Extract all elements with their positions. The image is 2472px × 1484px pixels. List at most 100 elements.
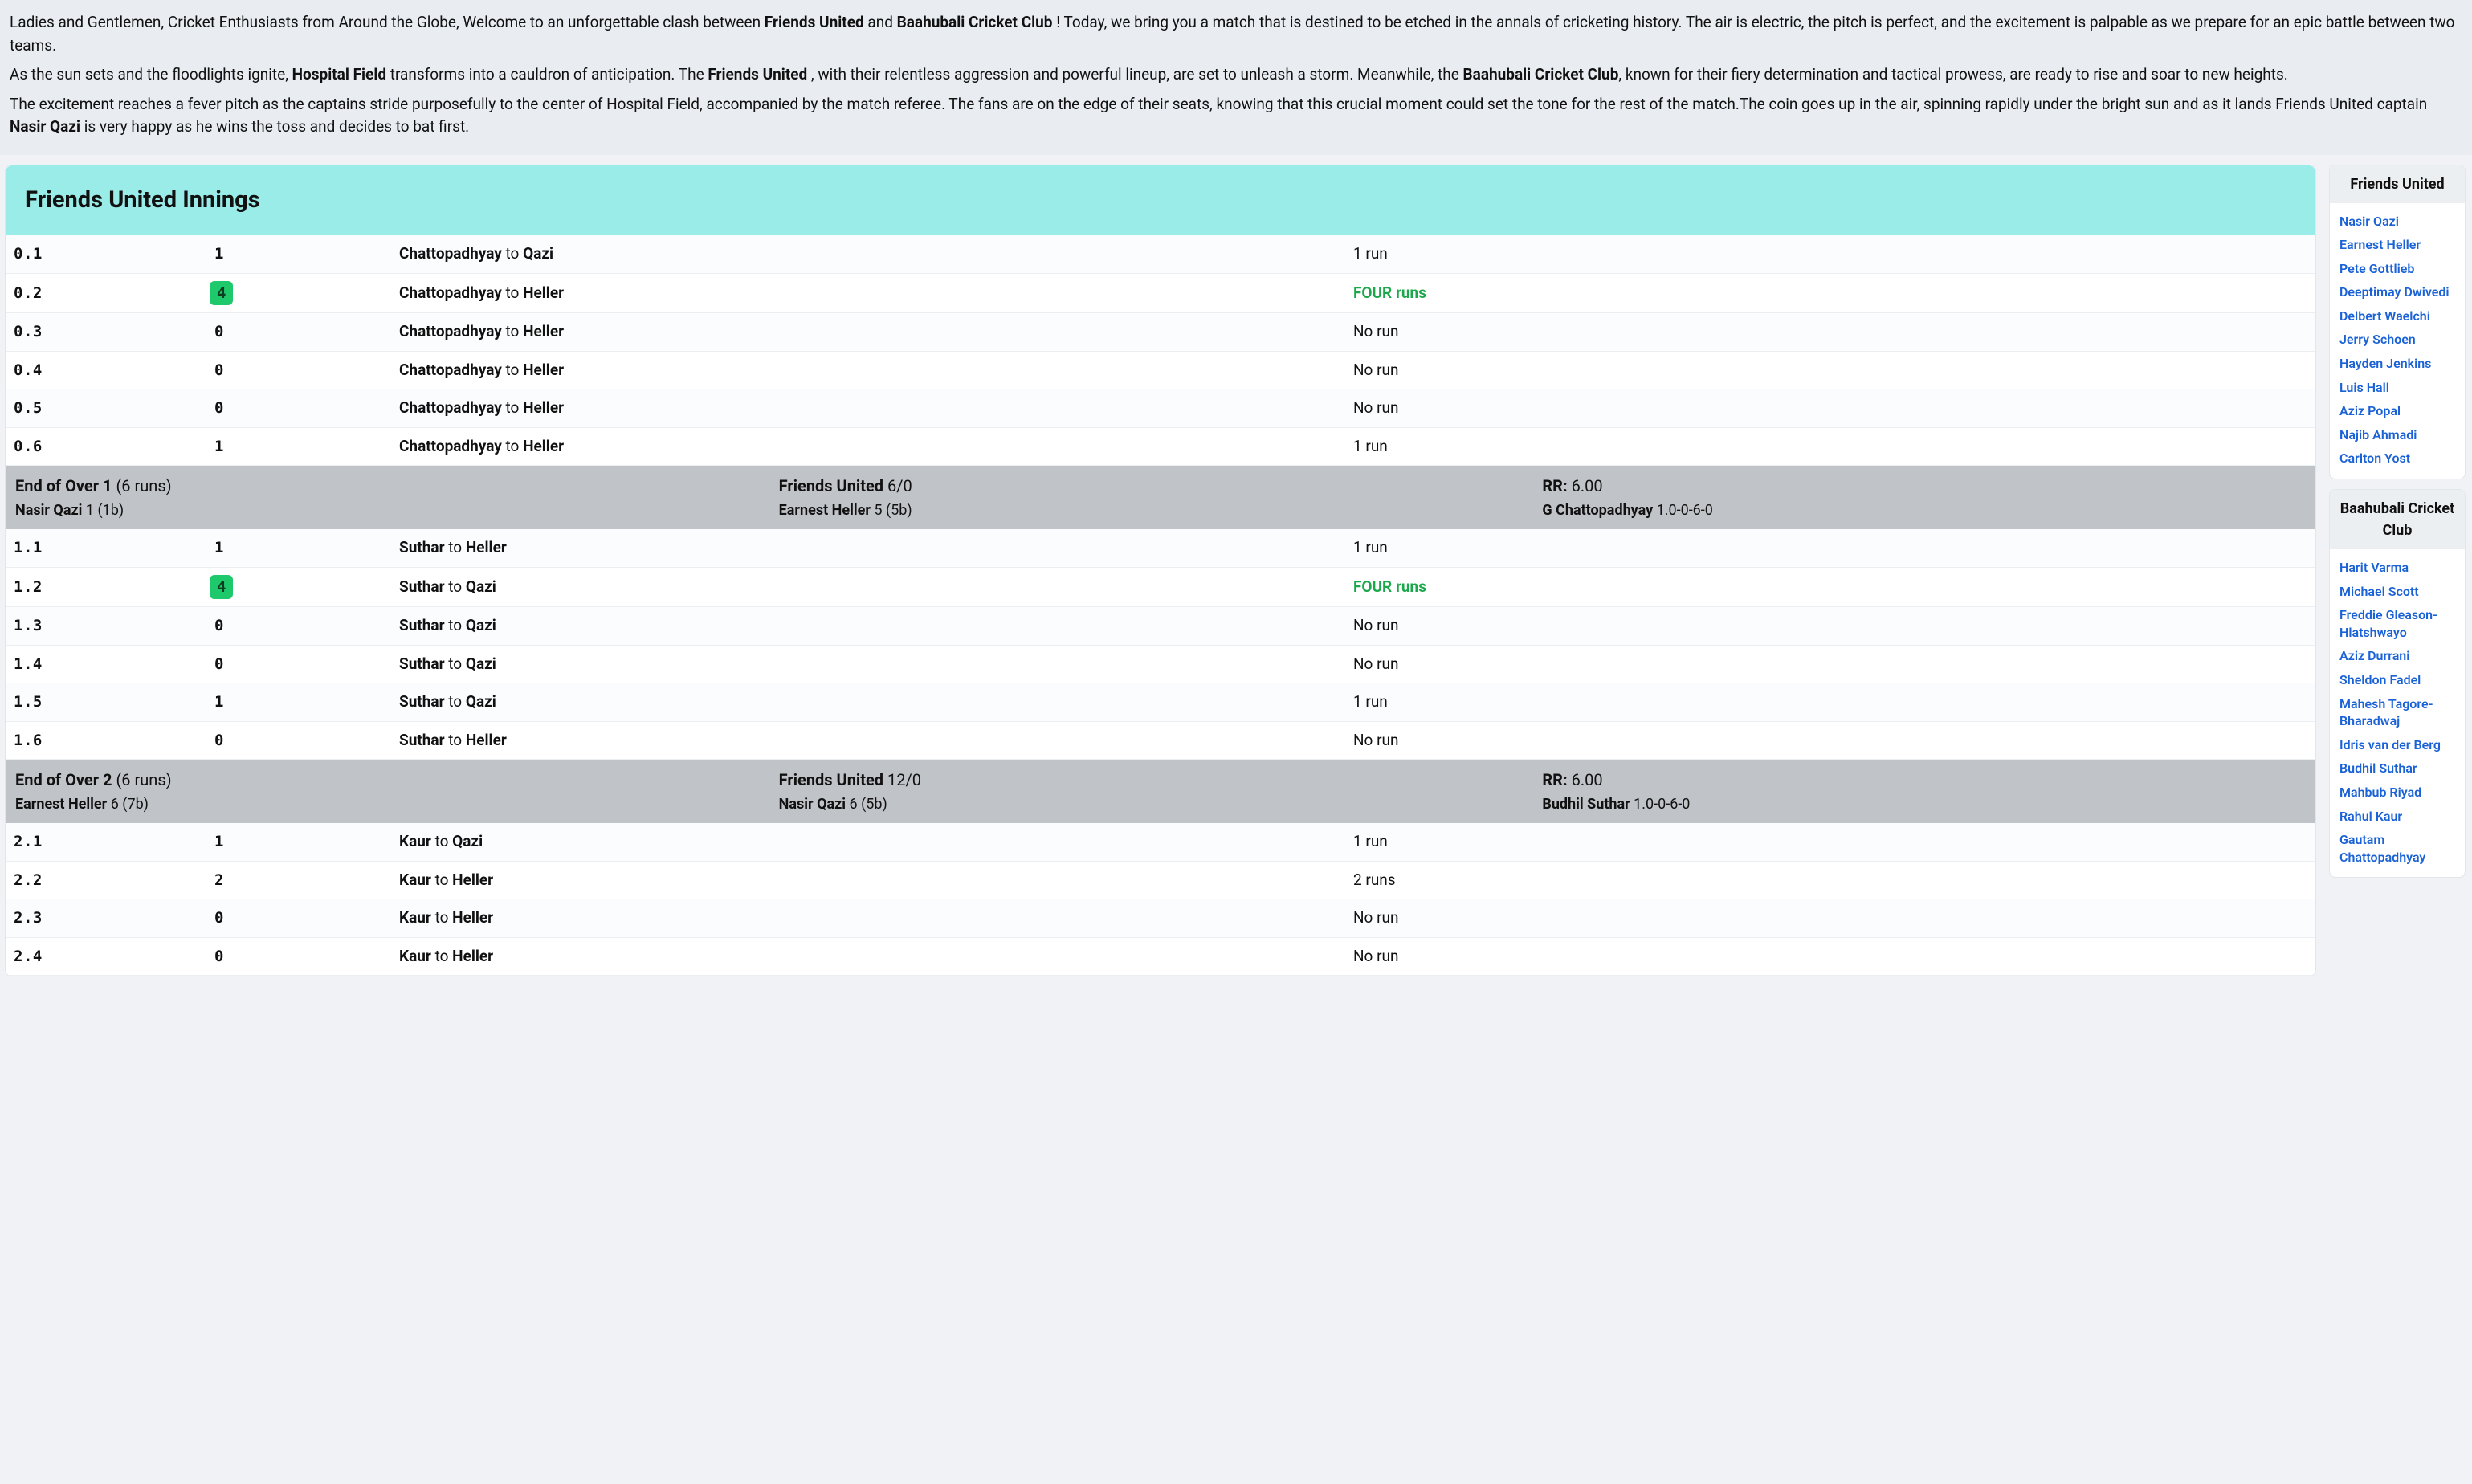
player-link[interactable]: Freddie Gleason-Hlatshwayo xyxy=(2339,603,2457,644)
outcome: No run xyxy=(1353,359,2307,382)
ball-row: 1.24Suthar to QaziFOUR runs xyxy=(6,568,2315,608)
to-text: to xyxy=(445,538,466,556)
intro-paragraph-3: The excitement reaches a fever pitch as … xyxy=(10,93,2462,139)
to-text: to xyxy=(502,361,523,379)
bowler-name: Chattopadhyay xyxy=(399,244,502,263)
batter-name: Heller xyxy=(523,437,564,455)
ball-number: 0.6 xyxy=(14,435,214,459)
player-link[interactable]: Pete Gottlieb xyxy=(2339,257,2457,281)
ball-runs: 4 xyxy=(214,575,399,600)
batter-name: Heller xyxy=(523,398,564,417)
player-link[interactable]: Nasir Qazi xyxy=(2339,210,2457,234)
player-link[interactable]: Sheldon Fadel xyxy=(2339,668,2457,692)
match-intro: Ladies and Gentlemen, Cricket Enthusiast… xyxy=(0,0,2472,155)
venue-name: Hospital Field xyxy=(292,65,386,84)
ball-number: 2.1 xyxy=(14,830,214,854)
delivery: Chattopadhyay to Heller xyxy=(399,359,1353,382)
to-text: to xyxy=(445,577,466,596)
batter-name: Heller xyxy=(523,361,564,379)
over-title: End of Over 1 xyxy=(15,476,116,495)
bowler-name: Suthar xyxy=(399,654,445,673)
player-link[interactable]: Jerry Schoen xyxy=(2339,328,2457,352)
delivery: Kaur to Heller xyxy=(399,907,1353,930)
outcome: 1 run xyxy=(1353,691,2307,714)
player-link[interactable]: Delbert Waelchi xyxy=(2339,304,2457,328)
bowler-name: Suthar xyxy=(399,577,445,596)
four-badge: 4 xyxy=(210,281,233,306)
ball-row: 0.11Chattopadhyay to Qazi1 run xyxy=(6,235,2315,274)
to-text: to xyxy=(431,947,452,965)
ball-row: 0.50Chattopadhyay to HellerNo run xyxy=(6,389,2315,428)
player-link[interactable]: Najib Ahmadi xyxy=(2339,423,2457,447)
batter-name: Heller xyxy=(452,870,493,889)
bowler-name: Suthar xyxy=(399,692,445,711)
delivery: Chattopadhyay to Heller xyxy=(399,435,1353,459)
batter-name: Qazi xyxy=(466,616,496,634)
team-name: Baahubali Cricket Club xyxy=(897,13,1053,31)
teams-sidebar: Friends United Nasir QaziEarnest HellerP… xyxy=(2329,165,2466,879)
outcome: 2 runs xyxy=(1353,869,2307,892)
player-link[interactable]: Deeptimay Dwivedi xyxy=(2339,280,2457,304)
ball-number: 2.3 xyxy=(14,907,214,930)
ball-row: 2.22Kaur to Heller2 runs xyxy=(6,862,2315,900)
batter-name: Heller xyxy=(452,947,493,965)
ball-runs: 1 xyxy=(214,830,399,854)
text: Ladies and Gentlemen, Cricket Enthusiast… xyxy=(10,13,765,31)
bowler-name: Chattopadhyay xyxy=(399,398,502,417)
outcome: FOUR runs xyxy=(1353,576,2307,599)
outcome: No run xyxy=(1353,653,2307,676)
text: is very happy as he wins the toss and de… xyxy=(80,117,469,136)
player-link[interactable]: Michael Scott xyxy=(2339,580,2457,604)
bowler-stats: 1.0-0-6-0 xyxy=(1634,796,1690,813)
outcome: 1 run xyxy=(1353,536,2307,560)
to-text: to xyxy=(445,692,466,711)
player-link[interactable]: Harit Varma xyxy=(2339,556,2457,580)
batter-name: Heller xyxy=(523,283,564,302)
player-link[interactable]: Carlton Yost xyxy=(2339,446,2457,471)
to-text: to xyxy=(445,654,466,673)
batter-name: Earnest Heller xyxy=(779,502,875,519)
player-link[interactable]: Rahul Kaur xyxy=(2339,805,2457,829)
text: , known for their fiery determination an… xyxy=(1618,65,2287,84)
ball-row: 1.40Suthar to QaziNo run xyxy=(6,646,2315,684)
player-link[interactable]: Hayden Jenkins xyxy=(2339,352,2457,376)
batter-stats: 1 (1b) xyxy=(86,502,124,519)
text: transforms into a cauldron of anticipati… xyxy=(386,65,708,84)
player-link[interactable]: Mahesh Tagore-Bharadwaj xyxy=(2339,692,2457,733)
outcome: 1 run xyxy=(1353,243,2307,266)
player-link[interactable]: Gautam Chattopadhyay xyxy=(2339,828,2457,869)
bowler-stats: 1.0-0-6-0 xyxy=(1657,502,1713,519)
outcome: FOUR runs xyxy=(1353,282,2307,305)
team-name: Friends United xyxy=(765,13,864,31)
text: As the sun sets and the floodlights igni… xyxy=(10,65,292,84)
innings-header: Friends United Innings xyxy=(6,165,2315,236)
ball-row: 0.30Chattopadhyay to HellerNo run xyxy=(6,313,2315,352)
run-rate: 6.00 xyxy=(1572,770,1603,789)
batter-name: Heller xyxy=(466,538,507,556)
ball-number: 0.4 xyxy=(14,359,214,382)
ball-number: 1.2 xyxy=(14,576,214,599)
player-link[interactable]: Aziz Popal xyxy=(2339,399,2457,423)
bowler-name: Budhil Suthar xyxy=(1542,796,1634,813)
ball-number: 2.4 xyxy=(14,945,214,968)
batter-name: Nasir Qazi xyxy=(15,502,86,519)
ball-runs: 2 xyxy=(214,869,399,892)
player-link[interactable]: Aziz Durrani xyxy=(2339,644,2457,668)
player-link[interactable]: Luis Hall xyxy=(2339,376,2457,400)
batter-name: Qazi xyxy=(466,692,496,711)
outcome: No run xyxy=(1353,907,2307,930)
to-text: to xyxy=(502,398,523,417)
ball-row: 2.40Kaur to HellerNo run xyxy=(6,938,2315,976)
commentary-panel: Friends United Innings 0.11Chattopadhyay… xyxy=(5,165,2316,977)
delivery: Chattopadhyay to Qazi xyxy=(399,243,1353,266)
player-link[interactable]: Budhil Suthar xyxy=(2339,756,2457,781)
team-header: Friends United xyxy=(2330,165,2465,203)
over-summary-2: End of Over 2 (6 runs) Earnest Heller 6 … xyxy=(6,760,2315,823)
over-runs: (6 runs) xyxy=(116,476,171,495)
player-link[interactable]: Idris van der Berg xyxy=(2339,733,2457,757)
player-link[interactable]: Mahbub Riyad xyxy=(2339,781,2457,805)
ball-runs: 0 xyxy=(214,397,399,420)
team-name: Friends United xyxy=(779,770,887,789)
outcome: No run xyxy=(1353,320,2307,344)
player-link[interactable]: Earnest Heller xyxy=(2339,233,2457,257)
